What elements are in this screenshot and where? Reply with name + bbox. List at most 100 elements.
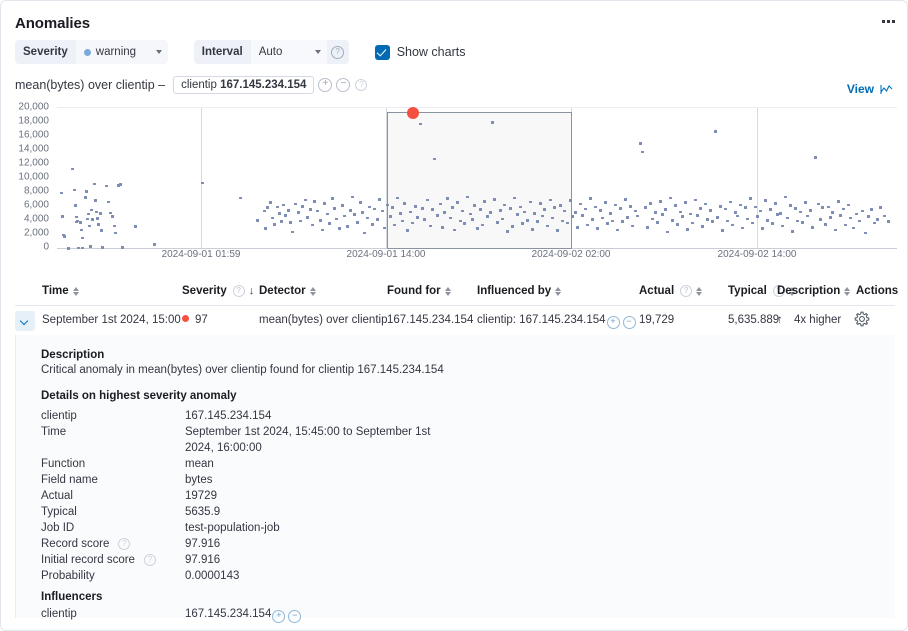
data-point bbox=[756, 215, 759, 218]
data-point bbox=[266, 206, 269, 209]
dot bbox=[892, 20, 895, 23]
data-point bbox=[870, 208, 873, 211]
table-row[interactable]: September 1st 2024, 15:00 97 mean(bytes)… bbox=[15, 306, 895, 337]
data-point bbox=[313, 200, 316, 203]
chart-plot-area[interactable] bbox=[57, 107, 897, 249]
data-point bbox=[399, 212, 402, 215]
detail-key-text: Job ID bbox=[41, 520, 74, 536]
data-point bbox=[60, 192, 63, 195]
data-point bbox=[769, 208, 772, 211]
data-point bbox=[311, 224, 314, 227]
data-point bbox=[88, 225, 91, 228]
checkbox-icon[interactable] bbox=[375, 45, 390, 60]
data-point bbox=[561, 220, 564, 223]
column-header-description[interactable]: Description bbox=[777, 285, 851, 297]
severity-filter-select[interactable]: warning bbox=[76, 40, 168, 64]
data-point bbox=[786, 217, 789, 220]
detail-value: 97.916 bbox=[185, 552, 220, 568]
detail-key: Typical bbox=[41, 504, 77, 520]
data-point bbox=[109, 212, 112, 215]
sort-icon[interactable] bbox=[555, 286, 562, 297]
view-link[interactable]: View bbox=[847, 82, 893, 96]
column-header-actual[interactable]: Actual ? bbox=[639, 285, 703, 297]
column-header-found-for[interactable]: Found for bbox=[387, 285, 452, 297]
influencer-filter-controls[interactable]: +− bbox=[272, 610, 301, 623]
y-axis-tick: 12,000 bbox=[18, 158, 49, 169]
data-point bbox=[811, 226, 814, 229]
data-point bbox=[546, 225, 549, 228]
severity-filter-value: warning bbox=[96, 46, 136, 58]
sort-icon[interactable] bbox=[310, 286, 317, 297]
description-heading: Description bbox=[41, 349, 444, 361]
detail-value: 167.145.234.154 bbox=[185, 408, 271, 424]
ellipsis-horizontal-icon[interactable] bbox=[882, 20, 895, 23]
interval-filter-select[interactable]: Auto bbox=[251, 40, 327, 64]
question-circle-icon: ? bbox=[118, 538, 130, 550]
data-point bbox=[599, 209, 602, 212]
data-point bbox=[91, 218, 94, 221]
y-axis-tick: 2,000 bbox=[24, 228, 49, 239]
severity-filter[interactable]: Severity warning bbox=[15, 40, 168, 64]
data-point bbox=[80, 229, 83, 232]
cell-time: September 1st 2024, 15:00 bbox=[42, 314, 181, 326]
column-header-influenced-by[interactable]: Influenced by bbox=[477, 285, 562, 297]
data-point bbox=[346, 225, 349, 228]
plus-circle-icon[interactable]: + bbox=[318, 78, 332, 92]
column-header-time[interactable]: Time bbox=[42, 285, 80, 297]
anomaly-scatter-chart[interactable]: 02,0004,0006,0008,00010,00012,00014,0001… bbox=[1, 99, 908, 271]
data-point bbox=[867, 215, 870, 218]
column-header-detector[interactable]: Detector bbox=[259, 285, 317, 297]
sort-icon[interactable] bbox=[73, 286, 80, 297]
sort-icon[interactable] bbox=[696, 286, 703, 297]
data-point bbox=[711, 220, 714, 223]
cell-influenced-by: clientip: 167.145.234.154+− bbox=[477, 314, 636, 329]
influencer-ip: 167.145.234.154 bbox=[185, 608, 271, 620]
row-expand-toggle[interactable] bbox=[15, 311, 35, 331]
filter-bar: Severity warning Interval Auto ? Show ch… bbox=[15, 40, 465, 64]
data-point bbox=[299, 220, 302, 223]
data-point bbox=[280, 220, 283, 223]
detail-key-text: clientip bbox=[41, 408, 77, 424]
influencers-section: Influencers clientip 167.145.234.154+− bbox=[41, 591, 301, 623]
plus-circle-icon[interactable]: + bbox=[607, 316, 620, 329]
interval-filter[interactable]: Interval Auto ? bbox=[194, 40, 349, 64]
data-point bbox=[423, 218, 426, 221]
plus-circle-icon[interactable]: + bbox=[272, 610, 285, 623]
data-point bbox=[611, 220, 614, 223]
minus-circle-icon[interactable]: − bbox=[288, 610, 301, 623]
data-point bbox=[806, 215, 809, 218]
interval-help-button[interactable]: ? bbox=[327, 40, 349, 64]
data-point bbox=[754, 206, 757, 209]
data-point bbox=[441, 226, 444, 229]
detail-key: Record score? bbox=[41, 536, 130, 552]
data-point bbox=[401, 220, 404, 223]
column-header-severity[interactable]: Severity ? ↓ bbox=[182, 285, 258, 297]
question-circle-icon: ? bbox=[680, 285, 692, 297]
data-point bbox=[349, 209, 352, 212]
data-point bbox=[809, 209, 812, 212]
show-charts-toggle[interactable]: Show charts bbox=[375, 45, 466, 60]
gear-icon[interactable] bbox=[854, 311, 874, 331]
data-point bbox=[669, 197, 672, 200]
entity-pill[interactable]: clientip 167.145.234.154 bbox=[173, 76, 314, 94]
x-axis-tick: 2024-09-01 14:00 bbox=[347, 249, 426, 260]
minus-circle-icon[interactable]: − bbox=[336, 78, 350, 92]
data-point bbox=[111, 215, 114, 218]
detail-value: 0.0000143 bbox=[185, 568, 239, 584]
data-point bbox=[134, 225, 137, 228]
minus-circle-icon[interactable]: − bbox=[623, 316, 636, 329]
sort-icon[interactable] bbox=[445, 286, 452, 297]
question-circle-icon: ? bbox=[355, 79, 367, 91]
sort-icon[interactable] bbox=[844, 286, 851, 297]
data-point bbox=[321, 229, 324, 232]
detail-key-text: Field name bbox=[41, 472, 98, 488]
data-point bbox=[719, 205, 722, 208]
column-label: Time bbox=[42, 285, 69, 297]
sort-desc-icon[interactable]: ↓ bbox=[249, 286, 258, 297]
influencer-filter-controls[interactable]: +− bbox=[607, 316, 636, 329]
anomaly-marker[interactable] bbox=[407, 107, 419, 119]
data-point bbox=[304, 199, 307, 202]
data-point bbox=[366, 217, 369, 220]
time-range-selection[interactable] bbox=[387, 112, 572, 249]
chevron-down-icon bbox=[156, 50, 162, 54]
